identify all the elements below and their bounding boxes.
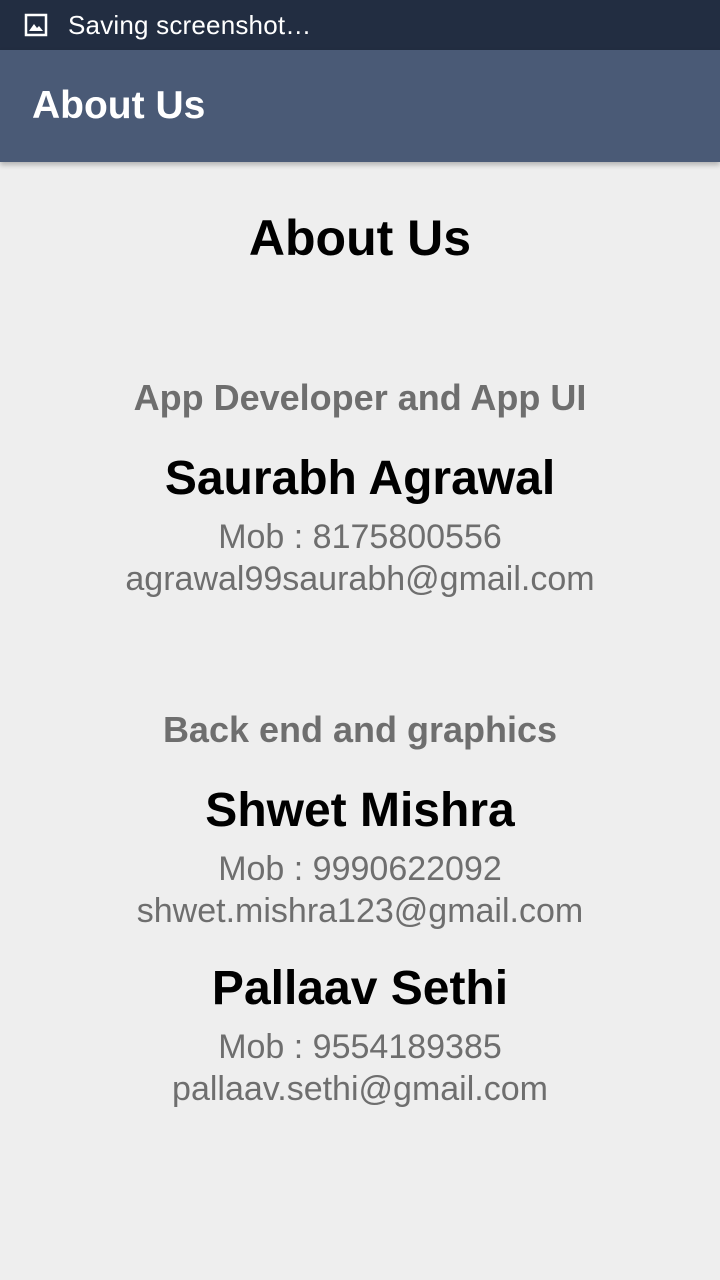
section-title-back-end: Back end and graphics [162, 709, 558, 750]
app-bar: About Us [0, 50, 720, 162]
person-mobile: Mob : 9990622092 [218, 850, 502, 888]
person-email: pallaav.sethi@gmail.com [172, 1070, 548, 1108]
status-text: Saving screenshot… [68, 9, 312, 40]
status-bar: Saving screenshot… [0, 0, 720, 50]
about-content: About Us App Developer and App UI Saurab… [0, 162, 720, 1280]
image-icon [24, 13, 48, 37]
person-name: Shwet Mishra [205, 784, 515, 837]
person-email: shwet.mishra123@gmail.com [136, 892, 584, 930]
person-name: Saurabh Agrawal [164, 452, 556, 505]
page-heading: About Us [248, 210, 472, 266]
person-name: Pallaav Sethi [211, 962, 509, 1015]
person-mobile: Mob : 8175800556 [218, 518, 502, 556]
section-title-app-developer: App Developer and App UI [133, 377, 587, 418]
app-bar-title: About Us [32, 84, 206, 127]
person-email: agrawal99saurabh@gmail.com [125, 560, 595, 598]
person-mobile: Mob : 9554189385 [218, 1028, 502, 1066]
